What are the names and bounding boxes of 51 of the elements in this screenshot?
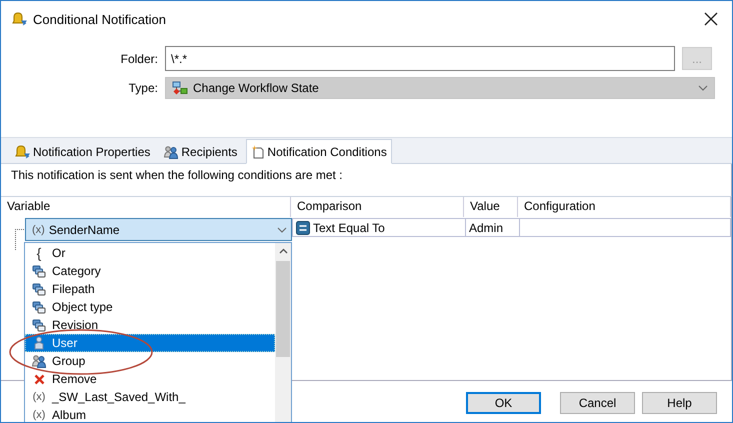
dropdown-item[interactable]: (x) Album [25,406,275,422]
variable-dropdown[interactable]: (x) SenderName [25,218,292,241]
document-icon [251,144,264,158]
dropdown-item[interactable]: User [25,334,275,352]
attribute-icon [32,282,46,296]
column-header: Variable [1,197,291,217]
dropdown-item[interactable]: { Or [25,244,275,262]
dropdown-item[interactable]: Revision [25,316,275,334]
type-dropdown[interactable]: Change Workflow State [165,77,715,99]
attribute-icon [32,264,46,278]
tab[interactable]: Notification Properties [9,141,156,163]
dropdown-item[interactable]: (x) _SW_Last_Saved_With_ [25,388,275,406]
close-icon [704,12,718,26]
variable-icon: (x) [32,409,46,421]
attribute-icon [32,318,46,332]
bell-icon [14,145,30,159]
tab[interactable]: Notification Conditions [246,139,392,164]
dropdown-item[interactable]: Object type [25,298,275,316]
window-title: Conditional Notification [33,12,167,26]
dropdown-item[interactable]: Category [25,262,275,280]
tab[interactable]: Recipients [159,141,242,163]
brace-icon: { [36,245,42,261]
table-cell: Admin [466,218,520,237]
equals-icon [296,220,310,234]
column-header: Comparison [291,197,464,217]
dialog-button[interactable]: OK [466,392,541,414]
bell-icon [11,12,27,26]
dropdown-item[interactable]: Filepath [25,280,275,298]
workflow-icon [172,81,188,95]
scrollbar[interactable] [275,243,291,422]
people-icon [164,145,178,159]
chevron-down-icon [277,226,287,232]
comparison-text: Text Equal To [313,220,385,234]
chevron-up-icon [278,248,288,254]
column-header: Configuration [518,197,731,217]
dropdown-item[interactable]: Group [25,352,275,370]
column-header: Value [464,197,518,217]
remove-icon [34,374,44,384]
folder-field[interactable]: \*.* [165,46,675,71]
variable-icon: (x) [32,224,45,236]
dropdown-item[interactable]: Remove [25,370,275,388]
person-icon [34,336,44,350]
dialog-button[interactable]: Help [642,392,717,414]
folder-label: Folder: [120,52,158,66]
chevron-down-icon [698,85,708,91]
type-label: Type: [128,81,158,95]
people-icon [32,354,46,368]
dialog-button[interactable]: Cancel [560,392,635,414]
attribute-icon [32,300,46,314]
description-text: This notification is sent when the following conditions are met : [1,164,732,196]
variable-icon: (x) [32,391,46,403]
